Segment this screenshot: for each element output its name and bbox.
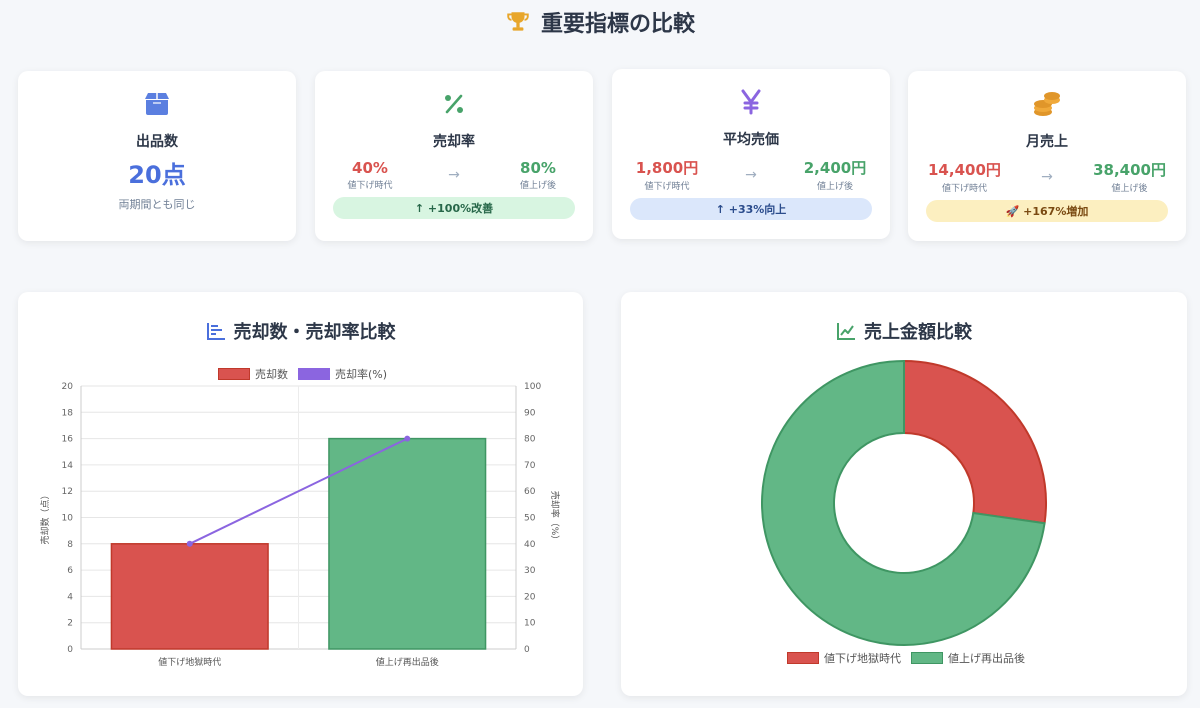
before-label: 値下げ時代 (644, 182, 690, 192)
sales-amount-chart-card: 売上金額比較 値下げ地獄時代 値上げ再出品後 (621, 292, 1187, 696)
change-badge: 🚀 +167%増加 (926, 200, 1168, 222)
rate-point (186, 540, 193, 547)
kpi-comparison: 40% 値下げ時代 → 80% 値上げ後 (315, 159, 593, 191)
x-tick-label: 値上げ再出品後 (376, 656, 439, 668)
after-value: 38,400円 (1093, 161, 1166, 179)
box-icon (142, 89, 172, 119)
kpi-comparison: 14,400円値下げ時代 → 38,400円値上げ後 (908, 159, 1186, 194)
y2-tick-label: 100 (524, 382, 541, 392)
after-value: 2,400円 (803, 159, 867, 177)
kpi-card-avg-price: 平均売価 1,800円値下げ時代 → 2,400円値上げ後 ↑ +33%向上 (612, 69, 890, 239)
y2-axis-label: 売却率（%） (549, 491, 561, 545)
before-value: 40% (352, 159, 388, 177)
y2-tick-label: 60 (524, 487, 536, 497)
y-tick-label: 2 (67, 619, 73, 629)
kpi-label: 平均売価 (723, 132, 779, 148)
after-label: 値上げ後 (519, 181, 556, 191)
donut-chart (761, 359, 1047, 646)
y-axis-label: 売却数（点） (39, 490, 51, 544)
before-value: 1,800円 (635, 159, 699, 177)
y2-tick-label: 50 (524, 514, 536, 524)
after-value: 80% (520, 159, 556, 177)
y-tick-label: 10 (62, 514, 74, 524)
y2-tick-label: 40 (524, 540, 536, 550)
y2-tick-label: 10 (524, 619, 536, 629)
legend-label: 値上げ再出品後 (948, 652, 1025, 665)
rate-point (404, 435, 411, 442)
kpi-card-monthly-sales: 月売上 14,400円値下げ時代 → 38,400円値上げ後 🚀 +167%増加 (908, 71, 1186, 241)
yen-icon (736, 87, 766, 117)
y-tick-label: 20 (62, 382, 74, 392)
arrow-right-icon: → (745, 166, 757, 183)
y2-tick-label: 0 (524, 645, 530, 655)
kpi-note: 両期間とも同じ (118, 198, 196, 211)
legend-label: 値下げ地獄時代 (824, 652, 901, 665)
y-tick-label: 12 (62, 487, 73, 497)
before-label: 値下げ時代 (941, 184, 987, 194)
page-title-text: 重要指標の比較 (540, 12, 695, 37)
sales-count-rate-chart-card: 売却数・売却率比較 売却数 売却率(%) 0 2 4 6 8 10 12 14 16 18 20 0 1… (18, 292, 583, 696)
kpi-label: 月売上 (1026, 134, 1068, 150)
y-tick-label: 0 (67, 645, 73, 655)
legend-item-after: 値上げ再出品後 (911, 650, 1025, 666)
y-tick-label: 18 (62, 408, 74, 418)
y-tick-label: 8 (67, 540, 73, 550)
kpi-label: 売却率 (433, 134, 475, 150)
y-tick-label: 16 (62, 435, 74, 445)
kpi-value: 20点 (128, 161, 186, 189)
y-tick-label: 4 (67, 592, 73, 602)
bar (110, 543, 269, 650)
arrow-right-icon: → (448, 167, 460, 183)
y2-tick-label: 20 (524, 592, 536, 602)
coins-icon (1032, 89, 1062, 119)
after-label: 値上げ後 (816, 182, 853, 192)
x-tick-label: 値下げ地獄時代 (158, 656, 221, 668)
kpi-comparison: 1,800円値下げ時代 → 2,400円値上げ後 (612, 157, 890, 192)
combo-chart: 0 2 4 6 8 10 12 14 16 18 20 0 10 20 30 40 50 60 70 80 90 100 値… (39, 382, 561, 668)
trophy-icon (507, 12, 529, 31)
y-tick-label: 14 (62, 461, 74, 471)
y2-tick-label: 90 (524, 408, 536, 418)
y2-tick-label: 80 (524, 435, 536, 445)
kpi-label: 出品数 (136, 134, 178, 150)
y2-tick-label: 30 (524, 566, 536, 576)
chart-legend: 値下げ地獄時代 値上げ再出品後 (787, 650, 1025, 666)
legend-item-before: 値下げ地獄時代 (787, 650, 901, 666)
y2-tick-label: 70 (524, 461, 536, 471)
after-label: 値上げ後 (1111, 184, 1148, 194)
percent-icon (439, 89, 469, 119)
legend-swatch (787, 652, 819, 664)
y-tick-label: 6 (67, 566, 73, 576)
before-value: 14,400円 (928, 161, 1001, 179)
change-badge: ↑ +33%向上 (630, 198, 872, 220)
arrow-right-icon: → (1041, 168, 1053, 185)
donut-slice (903, 359, 1047, 525)
kpi-card-sell-rate: 売却率 40% 値下げ時代 → 80% 値上げ後 ↑ +100%改善 (315, 71, 593, 241)
bar (328, 437, 487, 650)
legend-swatch (911, 652, 943, 664)
change-badge: ↑ +100%改善 (333, 197, 575, 219)
page-title: 重要指標の比較 (0, 6, 1200, 38)
before-label: 値下げ時代 (347, 181, 393, 191)
kpi-card-listings: 出品数 20点 両期間とも同じ (18, 71, 296, 241)
